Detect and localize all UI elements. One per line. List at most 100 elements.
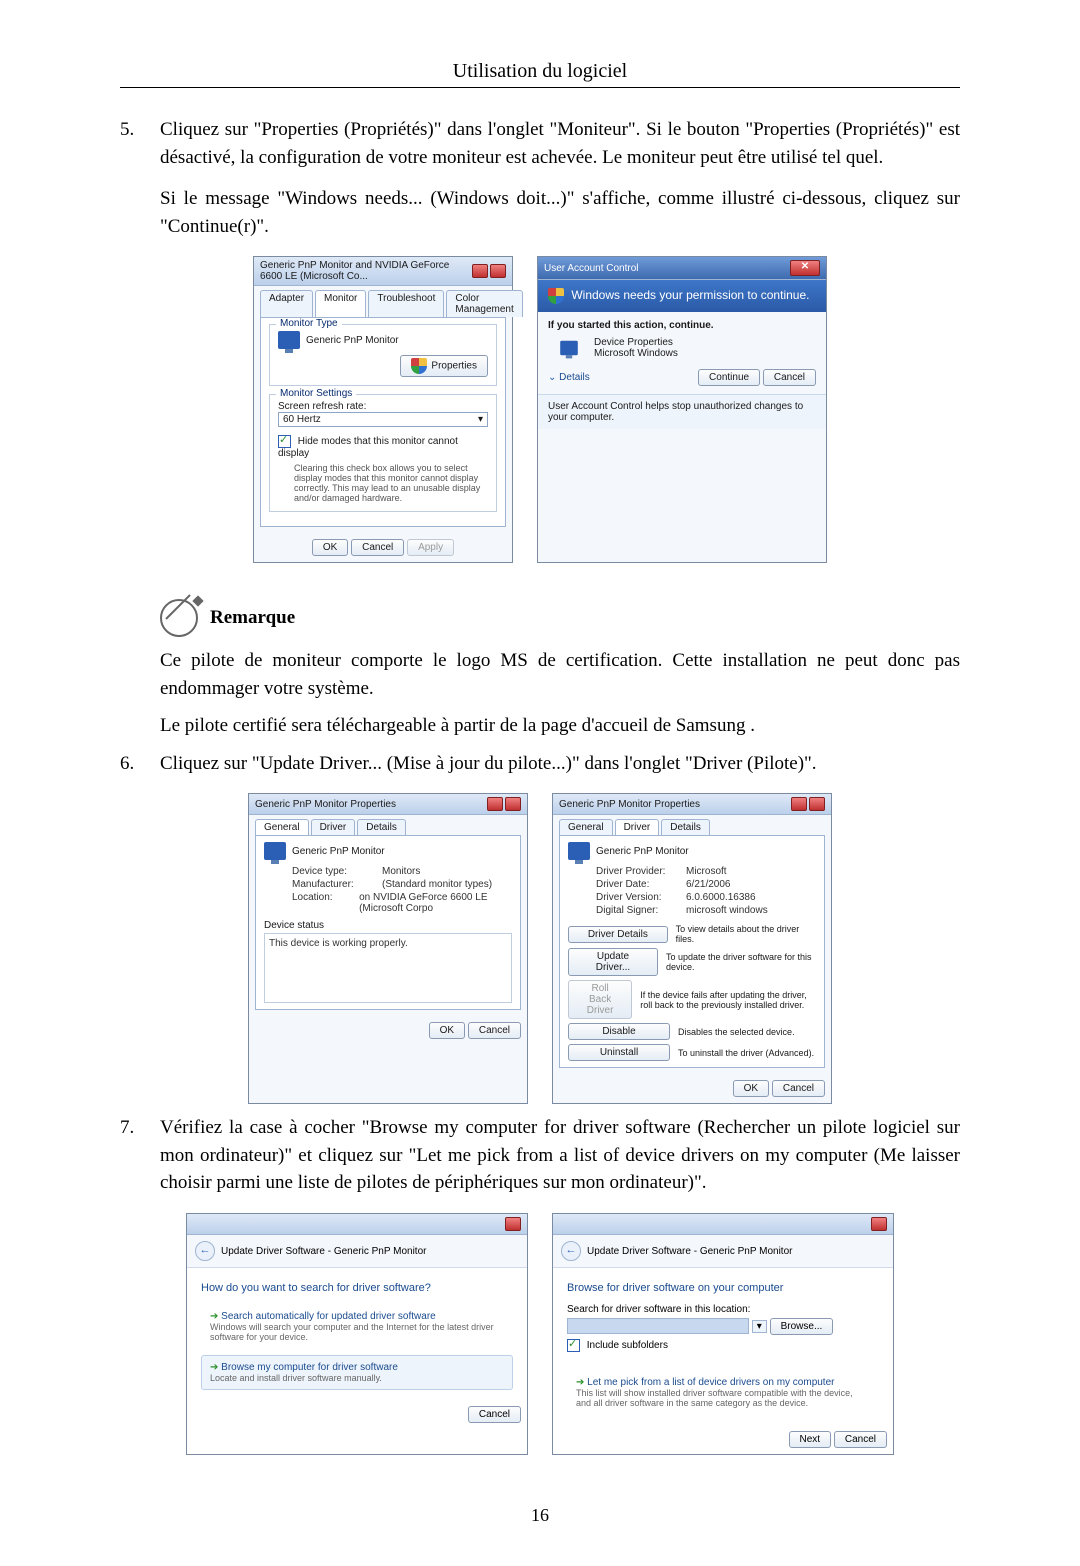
step-6-text: Cliquez sur "Update Driver... (Mise à jo… <box>160 750 960 778</box>
back-arrow-icon[interactable]: ← <box>195 1241 215 1261</box>
driver-provider-value: Microsoft <box>686 866 727 877</box>
cancel-button[interactable]: Cancel <box>468 1022 521 1039</box>
include-subfolders-label: Include subfolders <box>587 1340 668 1351</box>
uac-publisher: Microsoft Windows <box>594 348 678 359</box>
manufacturer-label: Manufacturer: <box>292 879 382 890</box>
continue-button[interactable]: Continue <box>698 369 760 386</box>
close-button[interactable]: ✕ <box>790 260 820 276</box>
window-controls[interactable] <box>871 1217 887 1231</box>
tab-troubleshoot[interactable]: Troubleshoot <box>368 290 444 317</box>
group-monitor-settings: Monitor Settings Screen refresh rate: 60… <box>269 394 497 512</box>
window-controls[interactable] <box>505 1217 521 1231</box>
dlg-monitor-titlebar: Generic PnP Monitor and NVIDIA GeForce 6… <box>254 257 512 286</box>
group-monitor-type-legend: Monitor Type <box>276 318 342 329</box>
refresh-rate-select[interactable]: 60 Hertz ▾ <box>278 412 488 427</box>
disable-button[interactable]: Disable <box>568 1023 670 1040</box>
wizard-browse-crumb: Update Driver Software - Generic PnP Mon… <box>587 1246 792 1257</box>
uninstall-button[interactable]: Uninstall <box>568 1044 670 1061</box>
monitor-icon <box>568 842 590 860</box>
search-location-input[interactable] <box>567 1318 749 1334</box>
cancel-button[interactable]: Cancel <box>468 1406 521 1423</box>
dialog-monitor-settings: Generic PnP Monitor and NVIDIA GeForce 6… <box>253 256 513 563</box>
dlg-props-general-title: Generic PnP Monitor Properties <box>255 799 396 810</box>
dialog-uac: User Account Control ✕ Windows needs you… <box>537 256 827 563</box>
tab-adapter[interactable]: Adapter <box>260 290 313 317</box>
refresh-rate-label: Screen refresh rate: <box>278 401 488 412</box>
tab-general[interactable]: General <box>559 819 613 835</box>
ok-button[interactable]: OK <box>312 539 348 556</box>
update-driver-button[interactable]: Update Driver... <box>568 948 658 976</box>
digital-signer-value: microsoft windows <box>686 905 768 916</box>
note-p1: Ce pilote de moniteur comporte le logo M… <box>160 647 960 702</box>
driver-details-button[interactable]: Driver Details <box>568 926 668 943</box>
dlg-props-general-tabs: General Driver Details <box>249 815 527 835</box>
wizard-search: ← Update Driver Software - Generic PnP M… <box>186 1213 528 1455</box>
driver-provider-label: Driver Provider: <box>596 866 686 877</box>
chevron-down-icon[interactable]: ▾ <box>752 1320 767 1333</box>
step-6: 6. Cliquez sur "Update Driver... (Mise à… <box>120 750 960 778</box>
option-auto-search[interactable]: ➔ Search automatically for updated drive… <box>201 1304 513 1349</box>
option-pick-from-list[interactable]: ➔ Let me pick from a list of device driv… <box>567 1370 879 1415</box>
option-auto-search-title: Search automatically for updated driver … <box>221 1311 436 1322</box>
arrow-right-icon: ➔ <box>576 1377 584 1388</box>
option-auto-search-desc: Windows will search your computer and th… <box>210 1322 504 1342</box>
apply-button: Apply <box>407 539 454 556</box>
back-arrow-icon[interactable]: ← <box>561 1241 581 1261</box>
chevron-down-icon: ▾ <box>478 414 483 425</box>
step-6-number: 6. <box>120 750 160 778</box>
tab-monitor[interactable]: Monitor <box>315 290 366 317</box>
tab-general[interactable]: General <box>255 819 309 835</box>
note-p2: Le pilote certifié sera téléchargeable à… <box>160 712 960 740</box>
option-browse[interactable]: ➔ Browse my computer for driver software… <box>201 1355 513 1390</box>
details-link[interactable]: Details <box>559 372 590 383</box>
uac-body: If you started this action, continue. De… <box>538 312 826 394</box>
rollback-driver-desc: If the device fails after updating the d… <box>640 990 816 1010</box>
step-5-number: 5. <box>120 116 160 240</box>
dlg-monitor-window-controls[interactable] <box>472 264 506 278</box>
dlg-props-general-panel: Generic PnP Monitor Device type:Monitors… <box>255 835 521 1010</box>
tab-driver[interactable]: Driver <box>311 819 356 835</box>
include-subfolders-checkbox[interactable] <box>567 1339 580 1352</box>
hide-modes-checkbox[interactable] <box>278 435 291 448</box>
cancel-button[interactable]: Cancel <box>834 1431 887 1448</box>
driver-date-value: 6/21/2006 <box>686 879 731 890</box>
cancel-button[interactable]: Cancel <box>772 1080 825 1097</box>
ok-button[interactable]: OK <box>733 1080 769 1097</box>
hide-modes-desc: Clearing this check box allows you to se… <box>294 463 488 503</box>
tab-driver[interactable]: Driver <box>615 819 660 835</box>
wizard-search-titlebar <box>187 1214 527 1235</box>
manufacturer-value: (Standard monitor types) <box>382 879 492 890</box>
chevron-down-icon: ⌄ <box>548 372 556 383</box>
ok-button[interactable]: OK <box>429 1022 465 1039</box>
window-controls[interactable] <box>791 797 825 811</box>
cancel-button[interactable]: Cancel <box>763 369 816 386</box>
browse-button[interactable]: Browse... <box>770 1318 834 1335</box>
dialog-props-driver: Generic PnP Monitor Properties General D… <box>552 793 832 1104</box>
cancel-button[interactable]: Cancel <box>351 539 404 556</box>
dlg-props-driver-button-row: OK Cancel <box>553 1074 831 1103</box>
step-5: 5. Cliquez sur "Properties (Propriétés)"… <box>120 116 960 240</box>
dlg-props-general-button-row: OK Cancel <box>249 1016 527 1045</box>
option-pick-desc: This list will show installed driver sof… <box>576 1388 870 1408</box>
device-icon <box>560 341 578 355</box>
dlg-props-driver-titlebar: Generic PnP Monitor Properties <box>553 794 831 815</box>
shield-icon <box>411 358 427 374</box>
next-button[interactable]: Next <box>789 1431 832 1448</box>
tab-details[interactable]: Details <box>661 819 710 835</box>
uninstall-desc: To uninstall the driver (Advanced). <box>678 1048 814 1058</box>
tab-details[interactable]: Details <box>357 819 406 835</box>
shield-icon <box>548 288 564 304</box>
dlg-props-driver-title: Generic PnP Monitor Properties <box>559 799 700 810</box>
dialog-props-general: Generic PnP Monitor Properties General D… <box>248 793 528 1104</box>
monitor-device-name: Generic PnP Monitor <box>306 335 399 346</box>
location-value: on NVIDIA GeForce 6600 LE (Microsoft Cor… <box>359 892 512 914</box>
wizard-browse: ← Update Driver Software - Generic PnP M… <box>552 1213 894 1455</box>
dlg-props-general-titlebar: Generic PnP Monitor Properties <box>249 794 527 815</box>
option-browse-desc: Locate and install driver software manua… <box>210 1373 504 1383</box>
tab-color-management[interactable]: Color Management <box>446 290 522 317</box>
window-controls[interactable] <box>487 797 521 811</box>
uac-started-text: If you started this action, continue. <box>548 320 816 331</box>
monitor-icon <box>264 842 286 860</box>
properties-button[interactable]: Properties <box>400 355 488 377</box>
dlg-props-driver-panel: Generic PnP Monitor Driver Provider:Micr… <box>559 835 825 1068</box>
